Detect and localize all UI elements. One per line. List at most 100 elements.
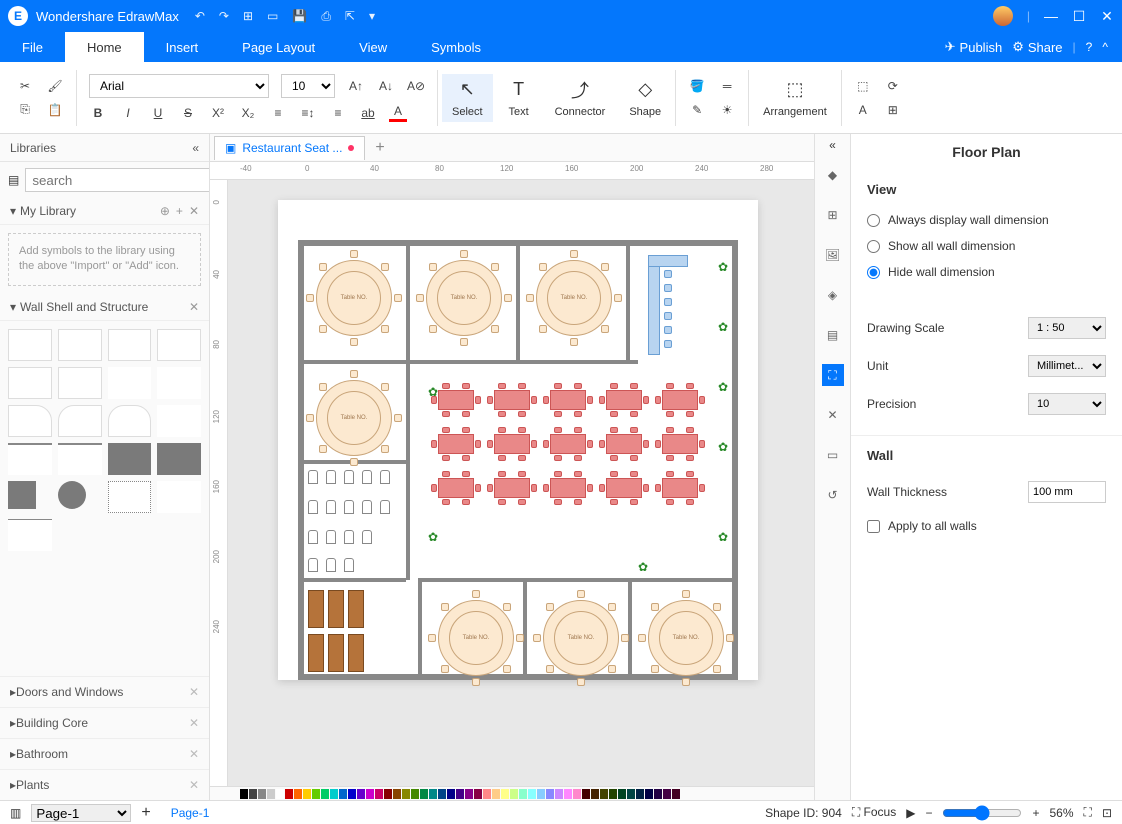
maximize-button[interactable]: ☐ bbox=[1072, 8, 1086, 25]
redo-icon[interactable]: ↷ bbox=[219, 9, 229, 24]
radio-always[interactable]: Always display wall dimension bbox=[867, 207, 1106, 233]
fill-panel-icon[interactable]: ◆ bbox=[822, 164, 844, 186]
shape-item[interactable] bbox=[58, 329, 102, 361]
play-button[interactable]: ▶ bbox=[906, 806, 915, 820]
shape-item[interactable] bbox=[58, 367, 102, 399]
tab-home[interactable]: Home bbox=[65, 32, 144, 62]
subscript-icon[interactable]: X₂ bbox=[239, 104, 257, 122]
shape-item[interactable] bbox=[157, 329, 201, 361]
canvas[interactable]: Table NO.Table NO.Table NO.Table NO.Tabl… bbox=[228, 180, 814, 786]
align-icon[interactable]: ≡ bbox=[329, 104, 347, 122]
minimize-button[interactable]: — bbox=[1044, 8, 1058, 24]
new-icon[interactable]: ⊞ bbox=[243, 9, 253, 24]
shape-item[interactable] bbox=[157, 443, 201, 475]
image-panel-icon[interactable]: 🖼 bbox=[822, 244, 844, 266]
shadow-icon[interactable]: ☀ bbox=[718, 101, 736, 119]
add-page-button[interactable]: + bbox=[141, 804, 150, 822]
export-icon[interactable]: ⇱ bbox=[345, 9, 355, 24]
line-spacing-icon[interactable]: ≡↕ bbox=[299, 104, 317, 122]
share-button[interactable]: ⚙ Share bbox=[1012, 39, 1062, 55]
cat-doors[interactable]: ▸ Doors and Windows✕ bbox=[0, 676, 209, 707]
font-tool-icon[interactable]: A bbox=[854, 101, 872, 119]
bold-icon[interactable]: B bbox=[89, 104, 107, 122]
fill-icon[interactable]: 🪣 bbox=[688, 77, 706, 95]
pages-icon[interactable]: ▥ bbox=[10, 806, 21, 820]
cat-plants[interactable]: ▸ Plants✕ bbox=[0, 769, 209, 800]
import-icon[interactable]: ⊕ bbox=[160, 204, 170, 218]
decrease-font-icon[interactable]: A↓ bbox=[377, 77, 395, 95]
font-color-icon[interactable]: A bbox=[389, 104, 407, 122]
avatar[interactable] bbox=[993, 6, 1013, 26]
shape-item[interactable] bbox=[157, 367, 201, 399]
library-search-input[interactable] bbox=[25, 168, 210, 192]
rotate-icon[interactable]: ⟳ bbox=[884, 77, 902, 95]
shape-item[interactable] bbox=[8, 519, 52, 551]
scale-select[interactable]: 1 : 50 bbox=[1028, 317, 1106, 339]
line-style-icon[interactable]: ═ bbox=[718, 77, 736, 95]
layers-panel-icon[interactable]: ◈ bbox=[822, 284, 844, 306]
underline-icon[interactable]: U bbox=[149, 104, 167, 122]
close-mylib-icon[interactable]: ✕ bbox=[189, 204, 199, 218]
shape-item[interactable] bbox=[108, 405, 152, 437]
shape-item[interactable] bbox=[58, 481, 86, 509]
italic-icon[interactable]: I bbox=[119, 104, 137, 122]
select-tool[interactable]: ↖Select bbox=[442, 74, 493, 122]
strike-icon[interactable]: S bbox=[179, 104, 197, 122]
expand-right-icon[interactable]: « bbox=[829, 138, 836, 152]
grid-panel-icon[interactable]: ⊞ bbox=[822, 204, 844, 226]
shape-item[interactable] bbox=[58, 405, 102, 437]
dimension-panel-icon[interactable]: ✕ bbox=[822, 404, 844, 426]
document-tab[interactable]: ▣ Restaurant Seat ... bbox=[214, 136, 365, 160]
floorplan-panel-icon[interactable]: ⛶ bbox=[822, 364, 844, 386]
print-icon[interactable]: ⎙ bbox=[321, 9, 331, 24]
shape-item[interactable] bbox=[157, 481, 201, 513]
present-panel-icon[interactable]: ▭ bbox=[822, 444, 844, 466]
fit-page-button[interactable]: ⛶ bbox=[1084, 805, 1092, 820]
cat-bathroom[interactable]: ▸ Bathroom✕ bbox=[0, 738, 209, 769]
unit-select[interactable]: Millimet... bbox=[1028, 355, 1106, 377]
close-button[interactable]: ✕ bbox=[1100, 8, 1114, 25]
close-wall-icon[interactable]: ✕ bbox=[189, 300, 199, 314]
distribute-icon[interactable]: ⊞ bbox=[884, 101, 902, 119]
page-tab[interactable]: Page-1 bbox=[161, 806, 220, 820]
cat-building[interactable]: ▸ Building Core✕ bbox=[0, 707, 209, 738]
open-icon[interactable]: ▭ bbox=[267, 9, 278, 24]
shape-item[interactable] bbox=[108, 443, 152, 475]
text-tool[interactable]: TText bbox=[497, 74, 541, 122]
shape-item[interactable] bbox=[58, 443, 102, 475]
new-tab-button[interactable]: + bbox=[375, 139, 384, 157]
shape-item[interactable] bbox=[108, 481, 152, 513]
text-highlight-icon[interactable]: ab bbox=[359, 104, 377, 122]
clear-format-icon[interactable]: A⊘ bbox=[407, 77, 425, 95]
shape-item[interactable] bbox=[8, 443, 52, 475]
publish-button[interactable]: ✈ Publish bbox=[945, 39, 1003, 55]
bullets-icon[interactable]: ≡ bbox=[269, 104, 287, 122]
shape-item[interactable] bbox=[8, 405, 52, 437]
radio-show-all[interactable]: Show all wall dimension bbox=[867, 233, 1106, 259]
copy-icon[interactable]: ⎘ bbox=[16, 101, 34, 119]
tab-page-layout[interactable]: Page Layout bbox=[220, 32, 337, 62]
shape-item[interactable] bbox=[157, 405, 201, 437]
cut-icon[interactable]: ✂ bbox=[16, 77, 34, 95]
collapse-left-icon[interactable]: « bbox=[192, 141, 199, 155]
help-icon[interactable]: ? bbox=[1086, 40, 1093, 54]
thickness-input[interactable] bbox=[1028, 481, 1106, 503]
shape-item[interactable] bbox=[8, 367, 52, 399]
zoom-slider[interactable] bbox=[942, 805, 1022, 821]
undo-icon[interactable]: ↶ bbox=[195, 9, 205, 24]
tab-view[interactable]: View bbox=[337, 32, 409, 62]
connector-tool[interactable]: ⤴Connector bbox=[545, 74, 616, 122]
add-icon[interactable]: + bbox=[176, 204, 183, 218]
arrangement-tool[interactable]: ⬚Arrangement bbox=[753, 74, 837, 122]
group-icon[interactable]: ⬚ bbox=[854, 77, 872, 95]
fullscreen-button[interactable]: ⊡ bbox=[1102, 806, 1112, 820]
collapse-ribbon-icon[interactable]: ^ bbox=[1102, 40, 1108, 54]
shape-item[interactable] bbox=[8, 481, 36, 509]
precision-select[interactable]: 10 bbox=[1028, 393, 1106, 415]
my-library-label[interactable]: My Library bbox=[20, 204, 76, 218]
pen-icon[interactable]: ✎ bbox=[688, 101, 706, 119]
shape-tool[interactable]: ◇Shape bbox=[619, 74, 671, 122]
format-painter-icon[interactable]: 🖌 bbox=[46, 77, 64, 95]
increase-font-icon[interactable]: A↑ bbox=[347, 77, 365, 95]
shape-item[interactable] bbox=[108, 329, 152, 361]
